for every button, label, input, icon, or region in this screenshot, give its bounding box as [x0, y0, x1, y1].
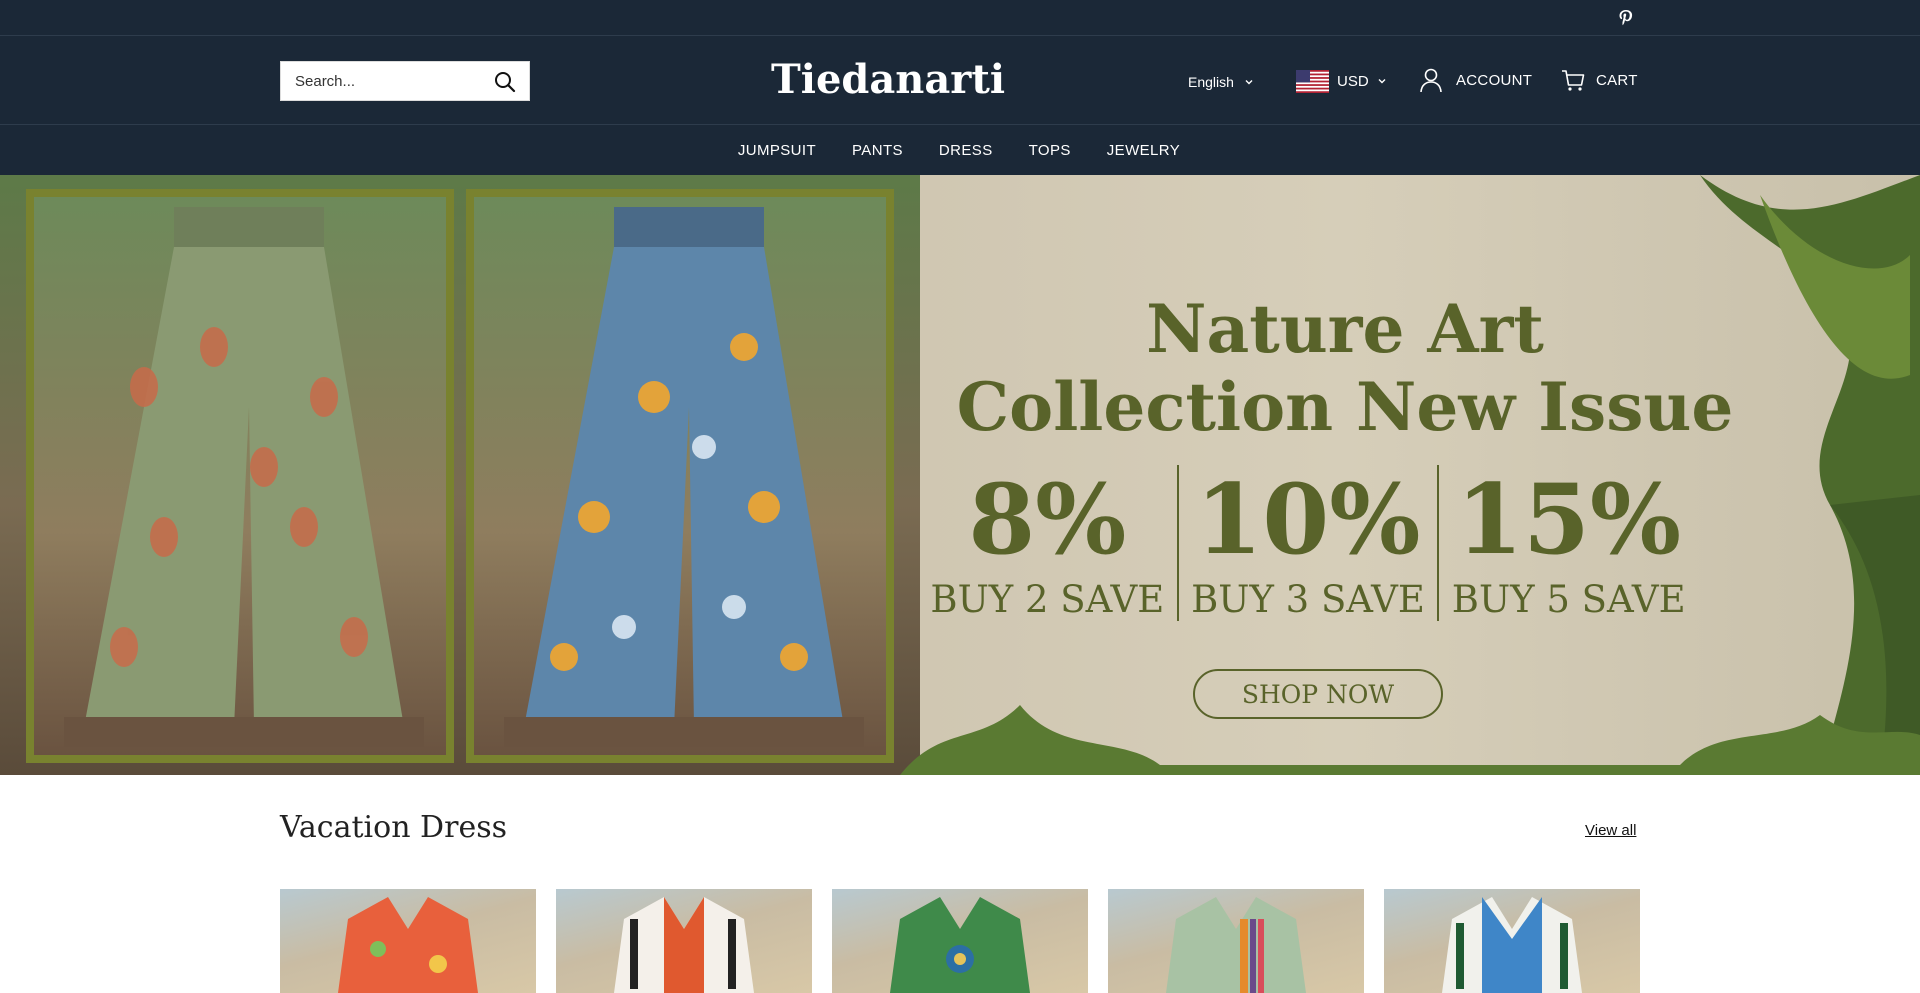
shop-now-button[interactable]: SHOP NOW	[1193, 669, 1443, 719]
offer-percent: 8%	[968, 463, 1127, 576]
cart-label: CART	[1596, 71, 1638, 89]
offer-condition: BUY 3 SAVE	[1191, 578, 1425, 621]
search-box	[280, 61, 530, 101]
search-input[interactable]	[281, 62, 481, 100]
account-label: ACCOUNT	[1456, 71, 1533, 89]
pants-illustration	[504, 207, 864, 747]
chevron-down-icon	[1245, 80, 1253, 85]
product-card[interactable]	[556, 889, 812, 993]
product-card[interactable]	[1384, 889, 1640, 993]
banner-headline: Nature Art Collection New Issue	[900, 290, 1790, 446]
nav-item-jumpsuit[interactable]: JUMPSUIT	[720, 142, 834, 159]
offer-tier-2: 10% BUY 3 SAVE	[1179, 465, 1438, 625]
product-shirt-image	[614, 897, 754, 993]
product-shirt-image	[338, 897, 478, 993]
banner-promo-text: Nature Art Collection New Issue 8% BUY 2…	[900, 175, 1920, 775]
offer-percent: 10%	[1195, 463, 1421, 576]
currency-selector[interactable]: USD	[1296, 68, 1387, 94]
nav-item-jewelry[interactable]: JEWELRY	[1089, 142, 1198, 159]
language-selector[interactable]: English	[1188, 72, 1254, 92]
pants-illustration	[64, 207, 424, 747]
site-header: Tiedanarti English USD ACCOUNT	[0, 36, 1920, 125]
product-grid	[280, 889, 1640, 993]
pinterest-icon[interactable]	[1616, 8, 1636, 28]
discount-offers: 8% BUY 2 SAVE 10% BUY 3 SAVE 15% BUY 5 S…	[918, 465, 1698, 625]
offer-condition: BUY 5 SAVE	[1451, 578, 1686, 621]
search-icon[interactable]	[493, 70, 517, 94]
product-photo-blue-pants	[466, 189, 894, 763]
headline-line-1: Nature Art	[1146, 290, 1544, 368]
cart-link[interactable]: CART	[1560, 66, 1638, 94]
hero-banner[interactable]: Nature Art Collection New Issue 8% BUY 2…	[0, 175, 1920, 775]
product-card[interactable]	[832, 889, 1088, 993]
product-photo-green-pants	[26, 189, 454, 763]
language-label: English	[1188, 74, 1234, 90]
section-title: Vacation Dress	[280, 810, 507, 845]
offer-tier-1: 8% BUY 2 SAVE	[918, 465, 1177, 625]
main-nav: JUMPSUIT PANTS DRESS TOPS JEWELRY	[0, 125, 1920, 175]
product-shirt-image	[890, 897, 1030, 993]
cart-icon	[1562, 70, 1585, 91]
product-card[interactable]	[1108, 889, 1364, 993]
product-card[interactable]	[280, 889, 536, 993]
logo-text: Tiedanarti	[770, 55, 1006, 103]
user-icon	[1420, 68, 1442, 93]
product-shirt-image	[1442, 897, 1582, 993]
nav-item-dress[interactable]: DRESS	[921, 142, 1011, 159]
nav-item-pants[interactable]: PANTS	[834, 142, 921, 159]
offer-condition: BUY 2 SAVE	[930, 578, 1165, 621]
top-bar	[0, 0, 1920, 36]
headline-line-2: Collection New Issue	[956, 368, 1734, 446]
chevron-down-icon	[1378, 79, 1386, 84]
product-shirt-image	[1166, 897, 1306, 993]
account-link[interactable]: ACCOUNT	[1418, 66, 1532, 94]
offer-tier-3: 15% BUY 5 SAVE	[1439, 465, 1698, 625]
site-logo[interactable]: Tiedanarti	[771, 48, 1005, 110]
view-all-link[interactable]: View all	[1585, 822, 1636, 839]
nav-item-tops[interactable]: TOPS	[1011, 142, 1089, 159]
us-flag-icon	[1296, 69, 1329, 93]
currency-label: USD	[1337, 72, 1369, 90]
offer-percent: 15%	[1456, 463, 1682, 576]
